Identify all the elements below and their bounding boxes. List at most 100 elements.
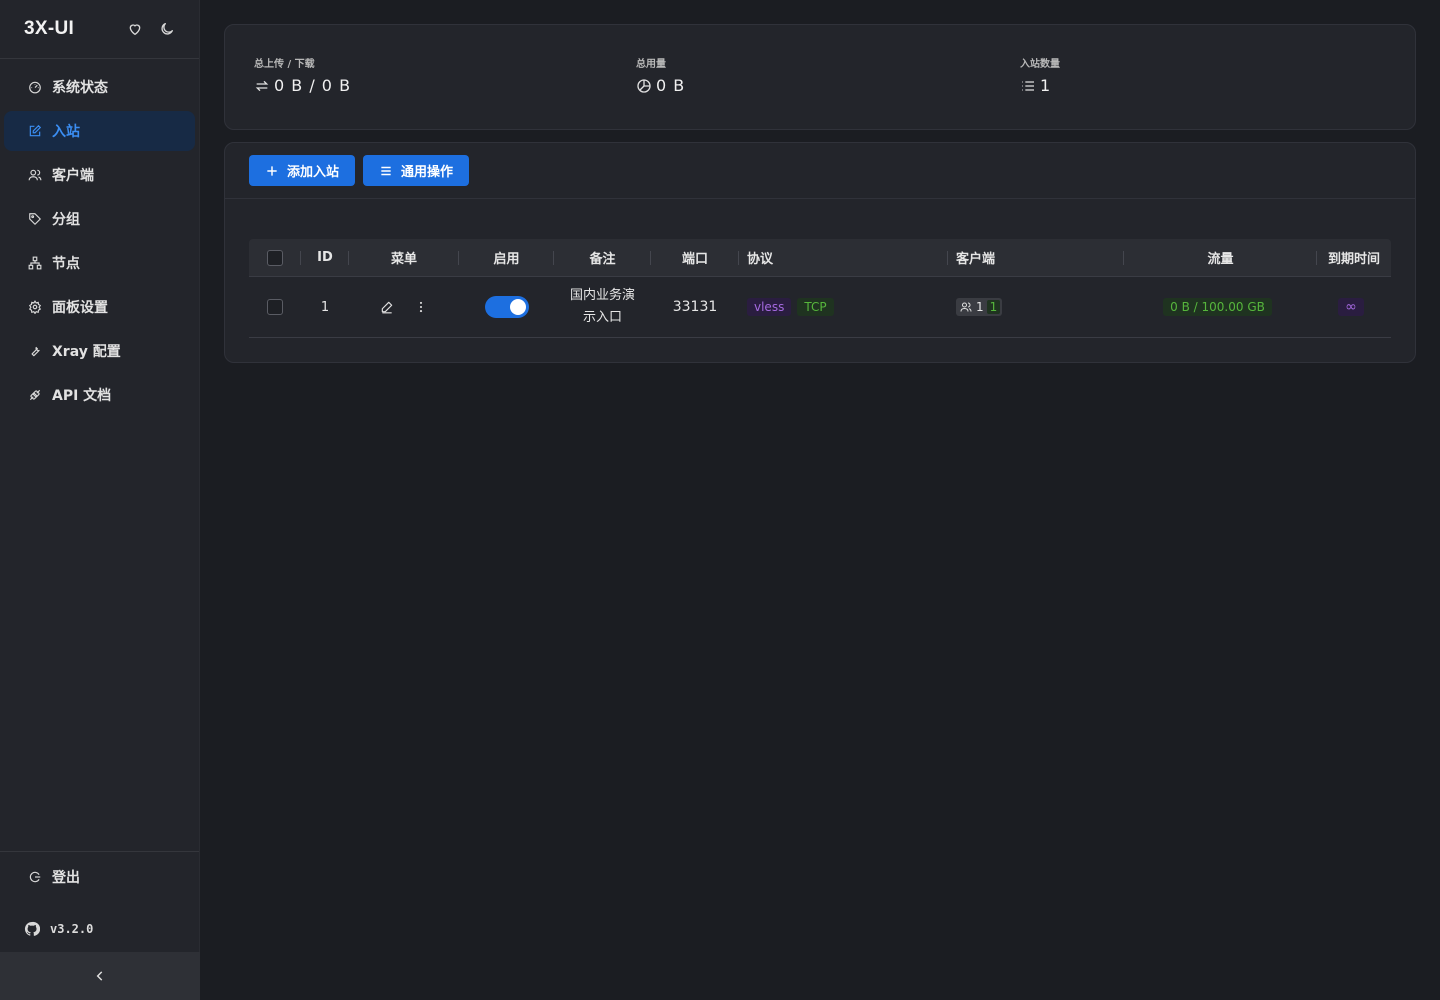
- row-checkbox[interactable]: [267, 299, 283, 315]
- total-usage-value: 0 B: [656, 76, 686, 95]
- row-clients: 1 1: [948, 277, 1124, 337]
- header-port: 端口: [651, 239, 739, 276]
- sidebar-item-label: 入站: [52, 124, 80, 140]
- stat-label: 总上传 / 下载: [254, 59, 315, 70]
- row-protocol: vless TCP: [739, 277, 948, 337]
- stat-upload-download: 总上传 / 下载 0 B / 0 B: [254, 55, 351, 95]
- remark-text: 国内业务演示入口: [569, 288, 635, 325]
- header-select-all: [249, 239, 301, 276]
- transport-tag: TCP: [797, 298, 834, 316]
- sidebar-item-panel-settings[interactable]: 面板设置: [4, 287, 195, 327]
- swap-icon: [255, 80, 269, 91]
- stat-value: 0 B / 0 B: [254, 76, 351, 95]
- clients-online: 1: [986, 300, 1001, 314]
- list-icon: [1022, 80, 1034, 91]
- row-remark: 国内业务演示入口: [554, 277, 651, 337]
- add-inbound-label: 添加入站: [287, 165, 340, 180]
- users-icon: [960, 302, 972, 312]
- stat-value: 1: [1020, 76, 1060, 95]
- stat-inbound-count: 入站数量 1: [1020, 55, 1060, 95]
- sidebar-item-label: API 文档: [52, 388, 112, 404]
- stat-label: 入站数量: [1020, 59, 1060, 70]
- chevron-left-icon: [96, 971, 103, 981]
- select-all-checkbox[interactable]: [267, 249, 283, 266]
- sidebar-footer: 登出 v3.2.0: [0, 851, 199, 953]
- logout-label: 登出: [52, 870, 80, 886]
- traffic-tag: 0 B / 100.00 GB: [1163, 298, 1272, 316]
- sidebar: 3X-UI 系统状态 入站 客户端 分组 节点 面板设置 Xray 配置 API…: [0, 0, 200, 1000]
- sidebar-item-label: 节点: [52, 256, 80, 272]
- brand-header: 3X-UI: [0, 0, 199, 59]
- heart-icon[interactable]: [127, 21, 143, 37]
- sidebar-item-label: 系统状态: [52, 80, 108, 96]
- tool-icon: [28, 344, 42, 358]
- row-traffic: 0 B / 100.00 GB: [1124, 277, 1317, 337]
- expiry-tag: ∞: [1338, 298, 1364, 316]
- sidebar-item-system-status[interactable]: 系统状态: [4, 67, 195, 107]
- moon-icon[interactable]: [159, 21, 175, 37]
- enable-toggle[interactable]: [484, 296, 529, 318]
- brand-title: 3X-UI: [24, 18, 75, 39]
- row-enable: [459, 277, 554, 337]
- stat-total-usage: 总用量 0 B: [636, 55, 685, 95]
- stats-card: 总上传 / 下载 0 B / 0 B 总用量 0 B 入站数量 1: [224, 24, 1416, 130]
- sidebar-item-groups[interactable]: 分组: [4, 199, 195, 239]
- clients-total: 1: [976, 300, 984, 314]
- version-text: v3.2.0: [50, 922, 94, 936]
- sidebar-item-xray-config[interactable]: Xray 配置: [4, 331, 195, 371]
- row-menu: [349, 277, 459, 337]
- menu-icon: [381, 166, 391, 175]
- cluster-icon: [28, 256, 42, 270]
- sidebar-nav: 系统状态 入站 客户端 分组 节点 面板设置 Xray 配置 API 文档: [0, 59, 199, 415]
- general-actions-button[interactable]: 通用操作: [363, 155, 470, 186]
- version-link[interactable]: v3.2.0: [0, 905, 199, 953]
- api-icon: [28, 388, 42, 402]
- header-id: ID: [301, 239, 349, 276]
- sidebar-item-nodes[interactable]: 节点: [4, 243, 195, 283]
- sidebar-item-label: 客户端: [52, 168, 94, 184]
- sidebar-collapse-button[interactable]: [0, 952, 200, 1000]
- more-vertical-icon[interactable]: [414, 300, 428, 314]
- stat-label: 总用量: [636, 59, 666, 70]
- sidebar-item-label: 分组: [52, 212, 80, 228]
- clients-badge[interactable]: 1 1: [956, 298, 1003, 316]
- edit-square-icon: [28, 124, 42, 138]
- logout-icon: [28, 870, 42, 884]
- pie-chart-icon: [637, 78, 651, 93]
- protocol-tag: vless: [747, 298, 792, 316]
- sidebar-item-label: Xray 配置: [52, 344, 121, 360]
- header-expiry: 到期时间: [1327, 252, 1380, 267]
- brand-icons: [127, 21, 175, 37]
- logout-button[interactable]: 登出: [4, 853, 195, 901]
- tag-icon: [28, 212, 42, 226]
- header-protocol: 协议: [739, 239, 948, 276]
- sidebar-item-label: 面板设置: [52, 300, 108, 316]
- sidebar-item-inbounds[interactable]: 入站: [4, 111, 195, 151]
- table-header: ID 菜单 启用 备注 端口 协议 客户端 流量 到期时间: [249, 239, 1391, 277]
- row-expiry: ∞: [1317, 277, 1391, 337]
- sidebar-item-clients[interactable]: 客户端: [4, 155, 195, 195]
- github-icon: [24, 921, 40, 936]
- row-id: 1: [320, 299, 330, 315]
- header-traffic: 流量: [1124, 239, 1317, 276]
- users-icon: [28, 168, 42, 182]
- edit-icon[interactable]: [380, 300, 394, 314]
- header-enable: 启用: [459, 239, 554, 276]
- sidebar-item-api-docs[interactable]: API 文档: [4, 375, 195, 415]
- header-remark: 备注: [554, 239, 651, 276]
- gear-icon: [28, 300, 42, 314]
- add-inbound-button[interactable]: 添加入站: [249, 155, 356, 186]
- general-actions-label: 通用操作: [401, 165, 454, 180]
- row-select-cell: [249, 277, 301, 337]
- plus-icon: [267, 165, 277, 176]
- inbound-count-value: 1: [1040, 76, 1052, 95]
- upload-download-value: 0 B / 0 B: [274, 76, 352, 95]
- toolbar: 添加入站 通用操作: [225, 143, 1415, 199]
- toggle-knob: [509, 299, 526, 315]
- inbounds-card: 添加入站 通用操作 ID 菜单 启用 备注 端口 协议 客户端 流量 到期时间 …: [224, 142, 1416, 363]
- stat-value: 0 B: [636, 76, 685, 95]
- header-menu: 菜单: [349, 239, 459, 276]
- inbounds-table: ID 菜单 启用 备注 端口 协议 客户端 流量 到期时间 1 国内业务演示入口…: [249, 239, 1391, 338]
- dashboard-icon: [28, 80, 42, 94]
- header-clients: 客户端: [948, 239, 1124, 276]
